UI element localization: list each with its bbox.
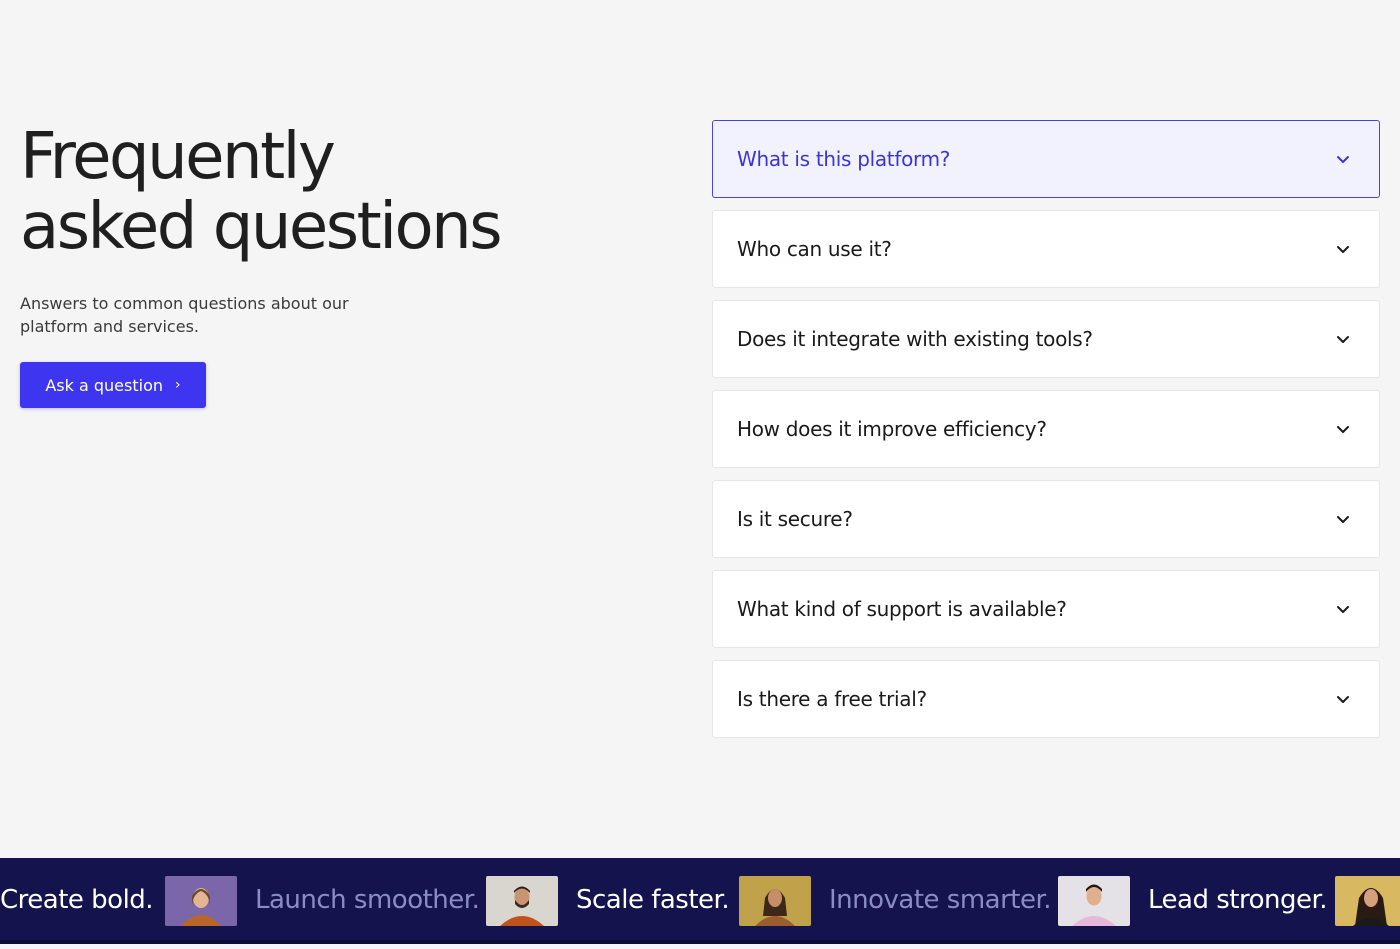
avatar-photo	[486, 876, 558, 926]
faq-item-3[interactable]: How does it improve efficiency?	[712, 390, 1380, 468]
chevron-down-icon	[1337, 246, 1349, 253]
faq-page: Frequently asked questions Answers to co…	[0, 0, 1400, 949]
faq-question: Who can use it?	[737, 237, 892, 261]
avatar-photo	[165, 876, 237, 926]
page-title-line-2: asked questions	[20, 190, 503, 264]
faq-question: Does it integrate with existing tools?	[737, 327, 1093, 351]
tagline-marquee: Create bold. Launch smoother. Scale fast…	[0, 858, 1400, 944]
chevron-down-icon	[1337, 516, 1349, 523]
faq-item-6[interactable]: Is there a free trial?	[712, 660, 1380, 738]
faq-question: How does it improve efficiency?	[737, 417, 1047, 441]
page-title: Frequently asked questions	[20, 122, 620, 262]
marquee-word: Launch smoother.	[255, 885, 480, 915]
avatar-photo	[1058, 876, 1130, 926]
faq-item-2[interactable]: Does it integrate with existing tools?	[712, 300, 1380, 378]
faq-item-1[interactable]: Who can use it?	[712, 210, 1380, 288]
chevron-down-icon	[1337, 156, 1349, 163]
faq-item-4[interactable]: Is it secure?	[712, 480, 1380, 558]
marquee-word: Scale faster.	[576, 885, 730, 915]
chevron-right-icon: ›	[175, 377, 181, 393]
faq-intro: Frequently asked questions Answers to co…	[20, 122, 620, 408]
page-title-line-1: Frequently	[20, 120, 336, 194]
faq-item-5[interactable]: What kind of support is available?	[712, 570, 1380, 648]
avatar-photo	[1335, 876, 1400, 926]
faq-list: What is this platform? Who can use it? D…	[712, 120, 1380, 750]
chevron-down-icon	[1337, 696, 1349, 703]
ask-question-button[interactable]: Ask a question ›	[20, 362, 206, 408]
ask-question-label: Ask a question	[45, 375, 164, 395]
faq-item-0[interactable]: What is this platform?	[712, 120, 1380, 198]
chevron-down-icon	[1337, 606, 1349, 613]
faq-question: What is this platform?	[737, 147, 951, 171]
page-subtitle: Answers to common questions about our pl…	[20, 294, 349, 336]
faq-question: Is it secure?	[737, 507, 853, 531]
marquee-word: Create bold.	[0, 885, 154, 915]
marquee-word: Lead stronger.	[1148, 885, 1328, 915]
chevron-down-icon	[1337, 336, 1349, 343]
faq-question: Is there a free trial?	[737, 687, 927, 711]
faq-question: What kind of support is available?	[737, 597, 1067, 621]
chevron-down-icon	[1337, 426, 1349, 433]
marquee-word: Innovate smarter.	[829, 885, 1052, 915]
avatar-photo	[739, 876, 811, 926]
